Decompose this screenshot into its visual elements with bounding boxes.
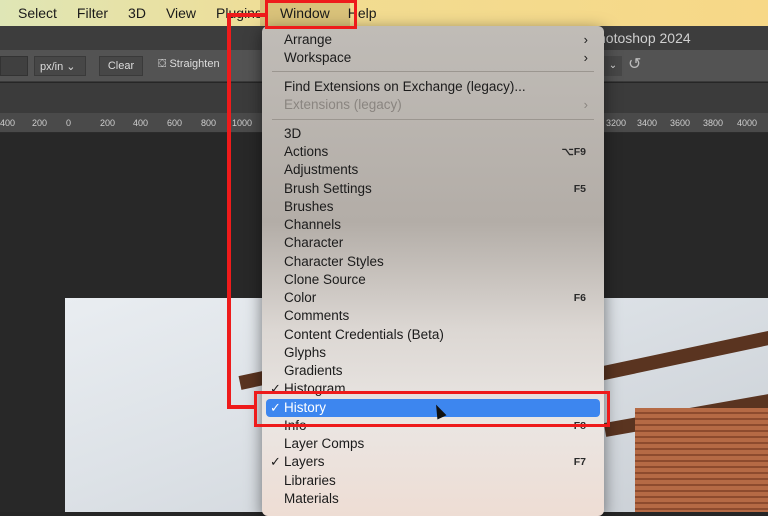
chevron-right-icon: › [583,97,588,112]
menu-item-materials[interactable]: Materials [262,490,604,508]
menu-item-label: Extensions (legacy) [284,97,402,112]
menu-view[interactable]: View [156,0,206,26]
menu-item-label: Layers [284,454,325,469]
clear-button[interactable]: Clear [99,56,143,76]
menu-item-character-styles[interactable]: Character Styles [262,253,604,271]
menu-item-comments[interactable]: Comments [262,307,604,325]
shortcut-label: ⌥F9 [561,146,586,158]
window-title: hotoshop 2024 [598,30,691,46]
straighten-icon: ⛋ [158,58,170,70]
menu-item-label: Color [284,290,317,305]
menu-item-label: Clone Source [284,272,366,287]
menu-item-label: Content Credentials (Beta) [284,327,444,342]
menu-item-label: Glyphs [284,345,327,360]
straighten-button[interactable]: ⛋ Straighten [158,58,220,71]
menu-item-layer-comps[interactable]: Layer Comps [262,435,604,453]
window-menu: Arrange › Workspace › Find Extensions on Exc… [262,26,604,516]
reset-icon[interactable]: ↺ [628,54,641,74]
annotation-line [227,13,267,17]
menu-item-brush-settings[interactable]: Brush Settings F5 [262,180,604,198]
menu-item-label: Character Styles [284,254,384,269]
chevron-right-icon: › [583,32,588,47]
ruler-tick: 3600 [670,118,691,128]
menu-item-brushes[interactable]: Brushes [262,198,604,216]
menu-item-label: Actions [284,144,329,159]
menu-item-gradients[interactable]: Gradients [262,362,604,380]
menu-item-glyphs[interactable]: Glyphs [262,344,604,362]
straighten-label: Straighten [169,58,220,70]
ruler-tick: 0 [66,118,72,128]
menu-item-label: 3D [284,126,302,141]
ruler-tick: 200 [32,118,48,128]
menu-item-find-extensions-on-exchange-legacy[interactable]: Find Extensions on Exchange (legacy)... [262,78,604,96]
menu-item-label: Character [284,235,344,250]
shortcut-label: F6 [573,292,586,304]
ruler-tick: 400 [0,118,16,128]
window-menu-annotation [265,0,357,29]
ratio-input[interactable] [0,56,28,76]
chevron-right-icon: › [583,50,588,65]
checkmark-icon: ✓ [270,454,281,469]
units-select[interactable]: px/in ⌄ [34,56,86,76]
shortcut-label: F7 [573,456,586,468]
menu-item-color[interactable]: Color F6 [262,289,604,307]
ruler-tick: 1000 [232,118,253,128]
menu-item-3d[interactable]: 3D [262,125,604,143]
ruler-tick: 3200 [606,118,627,128]
menu-item-actions[interactable]: Actions ⌥F9 [262,143,604,161]
annotation-line [227,13,231,409]
menu-item-libraries[interactable]: Libraries [262,472,604,490]
menu-item-label: Brushes [284,199,334,214]
menu-3d[interactable]: 3D [118,0,156,26]
ruler-tick: 200 [100,118,116,128]
dropdown-chevron-icon[interactable]: ⌄ [604,56,622,76]
menu-item-character[interactable]: Character [262,234,604,252]
shortcut-label: F5 [573,183,586,195]
menu-item-label: Find Extensions on Exchange (legacy)... [284,79,526,94]
menu-separator [272,71,594,72]
menu-item-label: Layer Comps [284,436,365,451]
menu-item-clone-source[interactable]: Clone Source [262,271,604,289]
menu-item-label: Comments [284,308,350,323]
menu-item-label: Channels [284,217,342,232]
menu-filter[interactable]: Filter [67,0,118,26]
menu-item-adjustments[interactable]: Adjustments [262,161,604,179]
ruler-tick: 3800 [703,118,724,128]
ruler-tick: 400 [133,118,149,128]
wood-beam [583,328,768,384]
ruler-tick: 800 [201,118,217,128]
window-blinds [635,408,768,512]
menu-select[interactable]: Select [0,0,67,26]
menu-item-label: Workspace [284,50,352,65]
ruler-tick: 4000 [737,118,758,128]
menu-item-content-credentials-beta[interactable]: Content Credentials (Beta) [262,326,604,344]
annotation-line [227,405,257,409]
ruler-tick: 600 [167,118,183,128]
ruler-tick: 3400 [637,118,658,128]
menu-separator [272,119,594,120]
menu-item-arrange[interactable]: Arrange › [262,31,604,49]
menu-item-label: Arrange [284,32,333,47]
menu-item-label: Libraries [284,473,336,488]
menu-item-channels[interactable]: Channels [262,216,604,234]
menu-bar: Select Filter 3D View Plugins Window Hel… [0,0,768,26]
menu-item-workspace[interactable]: Workspace › [262,49,604,67]
menu-item-label: Materials [284,491,339,506]
menu-item-extensions-legacy: Extensions (legacy) › [262,96,604,114]
menu-item-label: Gradients [284,363,343,378]
menu-item-layers[interactable]: ✓ Layers F7 [262,453,604,471]
menu-item-label: Brush Settings [284,181,372,196]
menu-item-label: Adjustments [284,162,359,177]
